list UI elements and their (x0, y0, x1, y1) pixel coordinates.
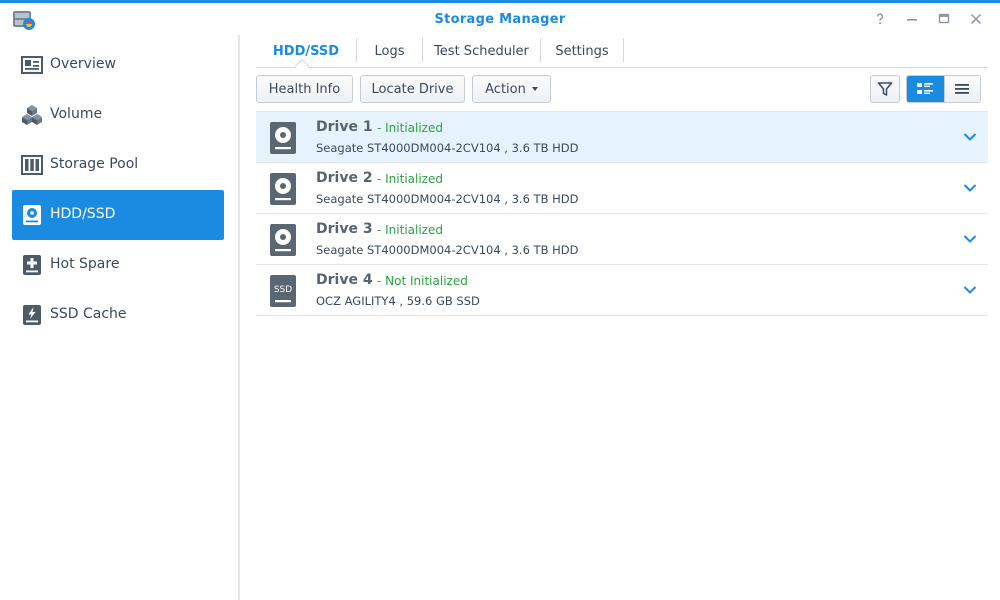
hdd-icon (269, 223, 297, 257)
storage-pool-icon (21, 154, 43, 176)
expand-button[interactable] (962, 282, 978, 298)
chevron-down-icon (963, 286, 977, 294)
minimize-button[interactable] (902, 9, 922, 29)
sidebar-item-label: HDD/SSD (50, 206, 116, 222)
sidebar-divider (238, 35, 240, 600)
hdd-icon (269, 121, 297, 155)
minimize-icon (907, 19, 917, 21)
expand-button[interactable] (962, 180, 978, 196)
expand-button[interactable] (962, 231, 978, 247)
drive-name: Drive 3 (316, 221, 373, 237)
help-button[interactable] (870, 9, 890, 29)
caret-down-icon (531, 87, 538, 91)
list-icon (955, 84, 970, 94)
sidebar-item-hdd-ssd[interactable]: HDD/SSD (12, 190, 224, 240)
view-toggle-group (906, 75, 981, 103)
detail-view-button[interactable] (907, 76, 944, 102)
help-icon (876, 13, 884, 25)
chevron-down-icon (963, 133, 977, 141)
close-button[interactable] (966, 9, 986, 29)
sidebar-item-label: Storage Pool (50, 156, 139, 172)
sidebar-item-label: Hot Spare (50, 256, 120, 272)
drive-name: Drive 2 (316, 170, 373, 186)
locate-drive-button[interactable]: Locate Drive (360, 75, 465, 103)
list-view-button[interactable] (943, 76, 980, 102)
volume-icon (21, 104, 43, 126)
sidebar-item-ssd-cache[interactable]: SSD Cache (12, 290, 224, 340)
tab-logs[interactable]: Logs (357, 35, 422, 67)
drive-name: Drive 1 (316, 119, 373, 135)
detail-list-icon (917, 83, 934, 94)
close-icon (970, 13, 982, 25)
tab-separator (623, 38, 624, 62)
sidebar-item-volume[interactable]: Volume (12, 90, 224, 140)
window-title: Storage Manager (434, 12, 566, 27)
drive-row-3[interactable]: Drive 3 - Initialized Seagate ST4000DM00… (256, 214, 988, 265)
sidebar-item-hot-spare[interactable]: Hot Spare (12, 240, 224, 290)
svg-text:SSD: SSD (274, 285, 292, 295)
drive-description: Seagate ST4000DM004-2CV104 , 3.6 TB HDD (316, 243, 579, 257)
drive-description: OCZ AGILITY4 , 59.6 GB SSD (316, 294, 480, 308)
overview-icon (21, 54, 43, 76)
drive-name: Drive 4 (316, 272, 373, 288)
hot-spare-icon (21, 254, 43, 276)
sidebar-item-storage-pool[interactable]: Storage Pool (12, 140, 224, 190)
tab-bar: HDD/SSD Logs Test Scheduler Settings (256, 35, 988, 68)
chevron-down-icon (963, 184, 977, 192)
expand-button[interactable] (962, 129, 978, 145)
sidebar: Overview Volume Storage Pool HDD/SSD Hot… (0, 35, 238, 600)
maximize-button[interactable] (934, 9, 954, 29)
sidebar-item-label: Overview (50, 56, 116, 72)
ssd-cache-icon (21, 304, 43, 326)
drive-row-2[interactable]: Drive 2 - Initialized Seagate ST4000DM00… (256, 163, 988, 214)
drive-list: Drive 1 - Initialized Seagate ST4000DM00… (256, 111, 988, 316)
drive-status: - Not Initialized (377, 274, 468, 288)
sidebar-item-label: Volume (50, 106, 103, 122)
drive-status: - Initialized (377, 172, 443, 186)
drive-status: - Initialized (377, 121, 443, 135)
hdd-icon (269, 172, 297, 206)
ssd-icon: SSD (269, 274, 297, 308)
drive-row-1[interactable]: Drive 1 - Initialized Seagate ST4000DM00… (256, 112, 988, 163)
filter-button[interactable] (870, 75, 900, 103)
filter-icon (877, 82, 893, 96)
hdd-icon (21, 204, 43, 226)
drive-description: Seagate ST4000DM004-2CV104 , 3.6 TB HDD (316, 141, 579, 155)
sidebar-item-label: SSD Cache (50, 306, 127, 322)
maximize-icon (938, 13, 950, 24)
action-button-label: Action (485, 81, 526, 97)
drive-row-4[interactable]: SSD Drive 4 - Not Initialized OCZ AGILIT… (256, 265, 988, 316)
drive-status: - Initialized (377, 223, 443, 237)
drive-description: Seagate ST4000DM004-2CV104 , 3.6 TB HDD (316, 192, 579, 206)
chevron-down-icon (963, 235, 977, 243)
health-info-button[interactable]: Health Info (256, 75, 353, 103)
tab-test-scheduler[interactable]: Test Scheduler (423, 35, 540, 67)
tab-settings[interactable]: Settings (541, 35, 623, 67)
sidebar-item-overview[interactable]: Overview (12, 40, 224, 90)
action-dropdown-button[interactable]: Action (472, 75, 551, 103)
title-bar: Storage Manager (0, 3, 1000, 35)
